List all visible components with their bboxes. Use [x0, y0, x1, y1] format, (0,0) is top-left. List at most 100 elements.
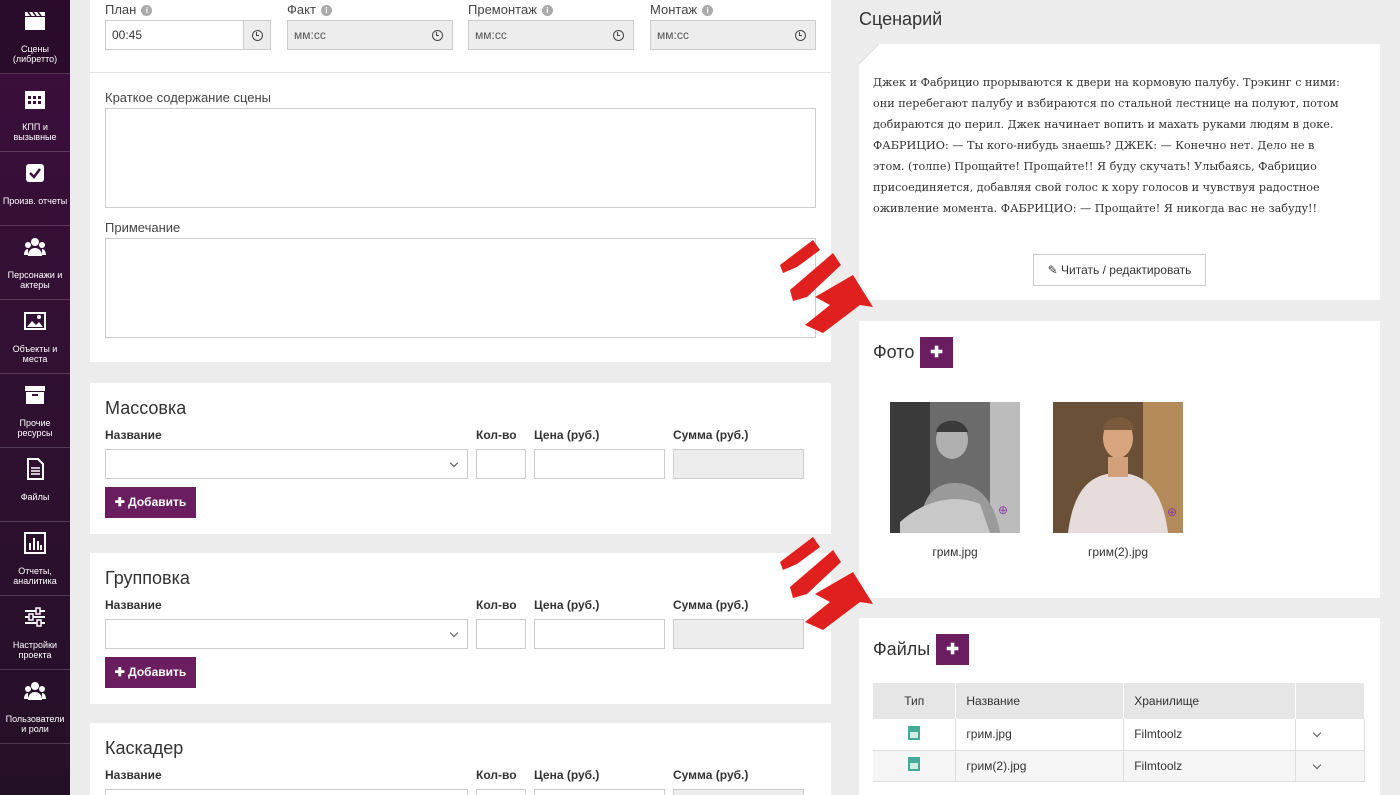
col-qty: Кол-во: [476, 768, 517, 782]
col-name: Название: [955, 683, 1125, 719]
sliders-icon: [25, 607, 45, 627]
premount-label: Премонтаж i: [468, 2, 553, 17]
photo-thumbnail[interactable]: ⊕: [890, 402, 1020, 533]
fact-label: Факт i: [287, 2, 332, 17]
chevron-down-icon: [449, 628, 459, 638]
sidebar-item-analytics[interactable]: Отчеты, аналитика: [0, 522, 70, 596]
sidebar-item-label: Сцены (либретто): [12, 44, 58, 64]
add-file-button[interactable]: ✚: [936, 634, 969, 665]
archive-icon: [25, 386, 45, 404]
image-file-icon: [908, 725, 921, 740]
file-name[interactable]: грим.jpg: [955, 719, 1125, 751]
premount-input[interactable]: мм:сс: [468, 20, 634, 50]
col-qty: Кол-во: [476, 428, 517, 442]
chevron-down-icon: [449, 458, 459, 468]
scenario-title: Сценарий: [859, 9, 943, 29]
price-input[interactable]: [534, 789, 665, 795]
col-type: Тип: [873, 683, 957, 719]
add-photo-button[interactable]: ✚: [920, 337, 953, 368]
stunt-card: [90, 723, 831, 795]
qty-input[interactable]: [476, 449, 526, 479]
users-icon: [24, 682, 46, 700]
sidebar-item-resources[interactable]: Прочие ресурсы: [0, 374, 70, 448]
col-sum: Сумма (руб.): [673, 428, 749, 442]
col-price: Цена (руб.): [534, 768, 600, 782]
chevron-down-icon[interactable]: [1312, 729, 1322, 738]
col-price: Цена (руб.): [534, 598, 600, 612]
fact-input[interactable]: мм:сс: [287, 20, 453, 50]
chevron-down-icon[interactable]: [1312, 760, 1322, 769]
add-button[interactable]: ✚ Добавить: [105, 657, 196, 688]
zoom-icon[interactable]: ⊕: [998, 503, 1008, 517]
table-row[interactable]: грим(2).jpg Filmtoolz: [873, 750, 1365, 782]
mount-label: Монтаж i: [650, 2, 714, 17]
col-name: Название: [105, 768, 162, 782]
col-name: Название: [105, 428, 162, 442]
read-edit-button[interactable]: ✎ Читать / редактировать: [1033, 254, 1206, 286]
mount-input[interactable]: мм:сс: [650, 20, 816, 50]
photo-caption: грим(2).jpg: [1087, 545, 1149, 559]
sidebar-item-files[interactable]: Файлы: [0, 448, 70, 522]
people-icon: [24, 238, 46, 256]
name-select[interactable]: [105, 789, 468, 795]
sidebar-item-users[interactable]: Пользователи и роли: [0, 670, 70, 744]
sidebar-item-label: Файлы: [20, 492, 50, 502]
col-sum: Сумма (руб.): [673, 768, 749, 782]
document-icon: [27, 458, 44, 480]
qty-input[interactable]: [476, 789, 526, 795]
summary-label: Краткое содержание сцены: [105, 90, 272, 105]
bar-chart-icon: [24, 532, 46, 554]
annotation-arrow-icon: [780, 240, 873, 333]
clock-icon: [795, 30, 806, 41]
section-title: Каскадер: [105, 738, 184, 758]
image-icon: [24, 312, 46, 330]
name-select[interactable]: [105, 449, 468, 479]
add-button[interactable]: ✚ Добавить: [105, 487, 196, 518]
clock-icon: [252, 30, 263, 41]
table-row[interactable]: грим.jpg Filmtoolz: [873, 719, 1365, 751]
col-qty: Кол-во: [476, 598, 517, 612]
photo-caption: грим.jpg: [932, 545, 978, 559]
summary-textarea[interactable]: [105, 108, 816, 208]
info-icon: i: [141, 5, 153, 16]
zoom-icon[interactable]: ⊕: [1167, 505, 1177, 519]
price-input[interactable]: [534, 449, 665, 479]
sidebar-item-label: Объекты и места: [12, 344, 58, 364]
sidebar-item-label: Персонажи и актеры: [7, 270, 63, 290]
note-label: Примечание: [105, 220, 181, 235]
clock-icon: [613, 30, 624, 41]
col-name: Название: [105, 598, 162, 612]
col-sum: Сумма (руб.): [673, 598, 749, 612]
info-icon: i: [541, 5, 553, 16]
plan-label: План i: [105, 2, 153, 17]
scenario-text: Джек и Фабрицио прорываются к двери на к…: [873, 76, 1340, 215]
sidebar-item-label: Настройки проекта: [12, 640, 58, 660]
sidebar-item-reports[interactable]: Произв. отчеты: [0, 152, 70, 226]
section-title: Массовка: [105, 398, 187, 418]
clock-icon: [432, 30, 443, 41]
photo-thumbnail[interactable]: ⊕: [1053, 402, 1183, 533]
sidebar-item-locations[interactable]: Объекты и места: [0, 300, 70, 374]
files-table: Тип Название Хранилище грим.jpg Filmtool…: [873, 683, 1365, 782]
sidebar-item-label: Произв. отчеты: [2, 196, 68, 206]
name-select[interactable]: [105, 619, 468, 649]
file-name[interactable]: грим(2).jpg: [955, 750, 1125, 782]
sidebar-item-kpp[interactable]: КПП и вызывные: [0, 78, 70, 152]
page-fold-icon: [859, 44, 879, 64]
clapperboard-icon: [25, 11, 45, 30]
note-textarea[interactable]: [105, 238, 816, 338]
image-file-icon: [908, 757, 921, 771]
sidebar-item-scenes[interactable]: Сцены (либретто): [0, 0, 70, 74]
plan-clock-button[interactable]: [243, 21, 270, 49]
info-icon: i: [702, 5, 714, 16]
files-title: Файлы: [873, 639, 931, 659]
qty-input[interactable]: [476, 619, 526, 649]
calendar-icon: [25, 91, 45, 109]
sidebar-item-characters[interactable]: Персонажи и актеры: [0, 226, 70, 300]
price-input[interactable]: [534, 619, 665, 649]
file-storage: Filmtoolz: [1123, 719, 1297, 751]
checkbox-icon: [26, 164, 44, 182]
file-storage: Filmtoolz: [1123, 750, 1297, 782]
sidebar-item-settings[interactable]: Настройки проекта: [0, 596, 70, 670]
page-edge: [1384, 0, 1400, 795]
